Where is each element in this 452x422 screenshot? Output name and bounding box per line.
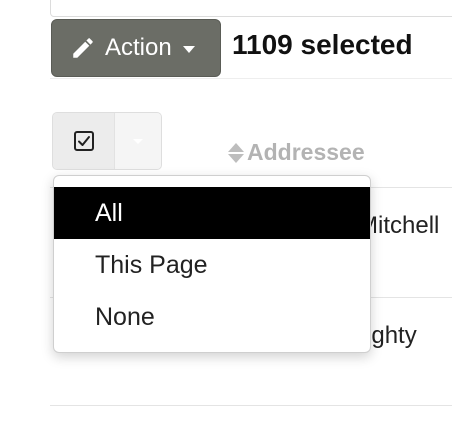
toolbar-divider (50, 78, 452, 79)
select-dropdown-menu: All This Page None (53, 175, 371, 353)
caret-down-icon (133, 138, 143, 144)
column-header-label: Addressee (247, 139, 365, 165)
checkbox-checked-icon (73, 131, 94, 151)
select-all-control (52, 112, 162, 170)
selected-count: 1109 selected (232, 29, 413, 60)
top-panel-box (50, 0, 452, 17)
column-header-addressee[interactable]: Addressee (228, 139, 365, 166)
menu-item-all[interactable]: All (54, 187, 370, 239)
menu-item-none[interactable]: None (54, 291, 370, 343)
caret-down-icon (182, 46, 195, 53)
action-button[interactable]: Action (51, 19, 221, 77)
pencil-icon (70, 35, 96, 61)
select-dropdown-toggle[interactable] (115, 113, 161, 169)
sort-icon (228, 142, 244, 163)
action-button-label: Action (105, 34, 172, 61)
table-divider (50, 405, 452, 406)
menu-item-this-page[interactable]: This Page (54, 239, 370, 291)
select-all-checkbox[interactable] (53, 113, 115, 169)
